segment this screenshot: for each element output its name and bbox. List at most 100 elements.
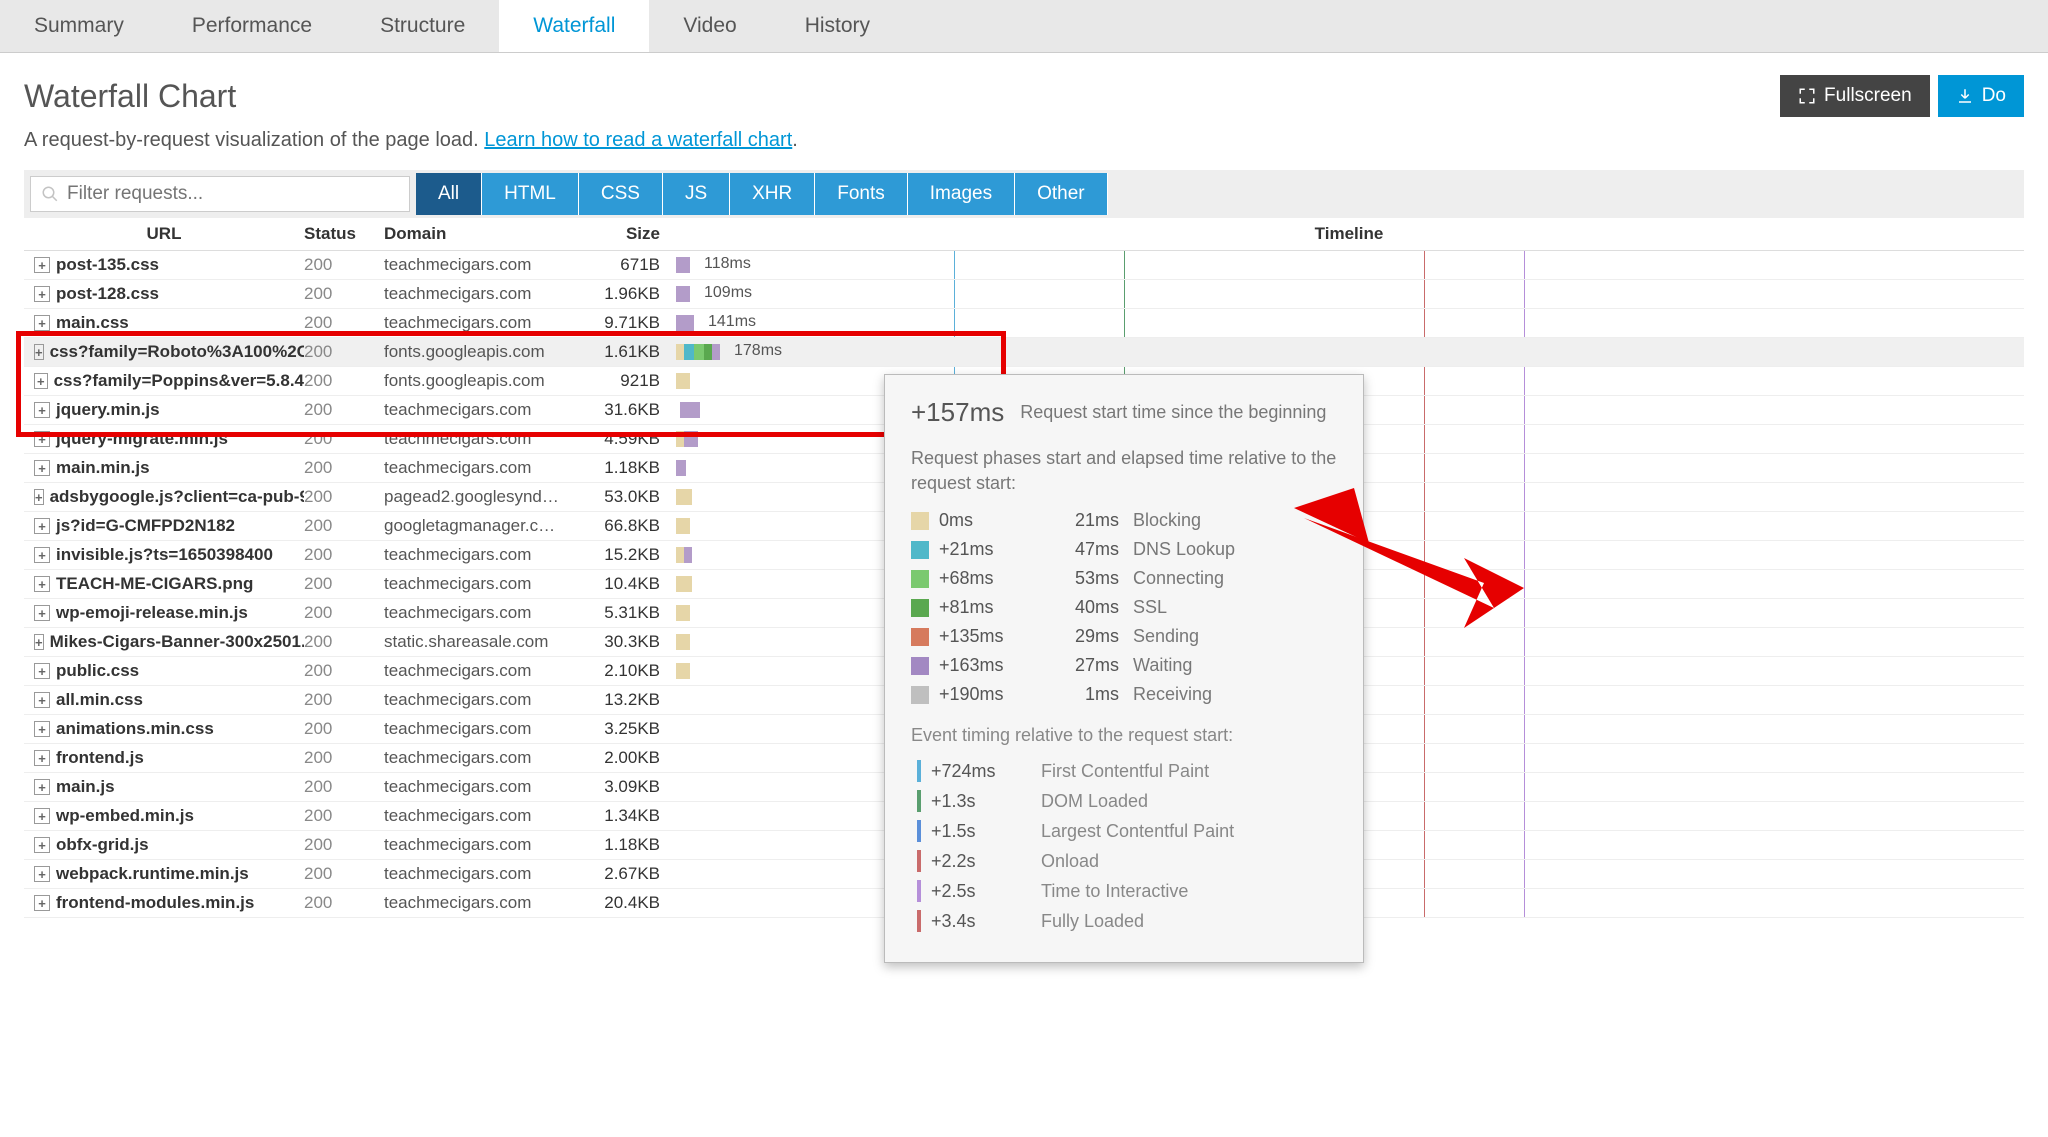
row-status: 200 <box>304 864 384 884</box>
timeline-bar <box>676 344 684 360</box>
expand-icon[interactable]: + <box>34 576 50 592</box>
col-domain[interactable]: Domain <box>384 224 584 244</box>
row-url: js?id=G-CMFPD2N182 <box>56 516 235 536</box>
expand-icon[interactable]: + <box>34 257 50 273</box>
expand-icon[interactable]: + <box>34 808 50 824</box>
filter-other[interactable]: Other <box>1015 173 1108 215</box>
description: A request-by-request visualization of th… <box>0 125 2048 170</box>
search-icon <box>41 185 59 203</box>
learn-link[interactable]: Learn how to read a waterfall chart <box>484 129 792 151</box>
expand-icon[interactable]: + <box>34 547 50 563</box>
filter-xhr[interactable]: XHR <box>730 173 815 215</box>
expand-icon[interactable]: + <box>34 344 44 360</box>
row-size: 1.96KB <box>584 284 674 304</box>
row-status: 200 <box>304 545 384 565</box>
tab-summary[interactable]: Summary <box>0 0 158 52</box>
phase-start: +81ms <box>939 597 1039 618</box>
row-url: obfx-grid.js <box>56 835 149 855</box>
tooltip-events-label: Event timing relative to the request sta… <box>911 725 1337 746</box>
expand-icon[interactable]: + <box>34 489 44 505</box>
tab-performance[interactable]: Performance <box>158 0 346 52</box>
filter-css[interactable]: CSS <box>579 173 663 215</box>
expand-icon[interactable]: + <box>34 692 50 708</box>
row-url: main.css <box>56 313 129 333</box>
expand-icon[interactable]: + <box>34 460 50 476</box>
expand-icon[interactable]: + <box>34 750 50 766</box>
expand-icon[interactable]: + <box>34 402 50 418</box>
expand-icon[interactable]: + <box>34 286 50 302</box>
expand-icon[interactable]: + <box>34 605 50 621</box>
row-domain: teachmecigars.com <box>384 864 584 884</box>
expand-icon[interactable]: + <box>34 895 50 911</box>
row-size: 20.4KB <box>584 893 674 913</box>
download-label: Do <box>1982 85 2006 107</box>
col-status[interactable]: Status <box>304 224 384 244</box>
row-domain: googletagmanager.c… <box>384 516 584 536</box>
timeline-bar <box>676 315 694 331</box>
tab-waterfall[interactable]: Waterfall <box>499 0 649 52</box>
event-time: +2.5s <box>931 881 1041 902</box>
expand-icon[interactable]: + <box>34 663 50 679</box>
phase-swatch <box>911 570 929 588</box>
row-domain: teachmecigars.com <box>384 777 584 797</box>
row-domain: teachmecigars.com <box>384 835 584 855</box>
col-timeline[interactable]: Timeline <box>674 224 2024 244</box>
row-url: webpack.runtime.min.js <box>56 864 249 884</box>
expand-icon[interactable]: + <box>34 373 48 389</box>
fullscreen-button[interactable]: Fullscreen <box>1780 75 1930 117</box>
filter-html[interactable]: HTML <box>482 173 579 215</box>
expand-icon[interactable]: + <box>34 315 50 331</box>
row-domain: teachmecigars.com <box>384 545 584 565</box>
filter-images[interactable]: Images <box>908 173 1015 215</box>
tab-history[interactable]: History <box>771 0 904 52</box>
row-size: 3.25KB <box>584 719 674 739</box>
col-url[interactable]: URL <box>24 224 304 244</box>
phase-duration: 1ms <box>1039 684 1119 705</box>
expand-icon[interactable]: + <box>34 721 50 737</box>
tab-structure[interactable]: Structure <box>346 0 499 52</box>
timeline-bar <box>684 431 698 447</box>
expand-icon[interactable]: + <box>34 634 44 650</box>
filter-all[interactable]: All <box>416 173 482 215</box>
download-button[interactable]: Do <box>1938 75 2024 117</box>
table-row[interactable]: +post-135.css200teachmecigars.com671B118… <box>24 251 2024 280</box>
expand-icon[interactable]: + <box>34 431 50 447</box>
table-row[interactable]: +css?family=Roboto%3A100%2C1…200fonts.go… <box>24 338 2024 367</box>
row-timeline: 141ms <box>674 309 2024 337</box>
expand-icon[interactable]: + <box>34 837 50 853</box>
phase-duration: 53ms <box>1039 568 1119 589</box>
event-name: DOM Loaded <box>1041 791 1148 812</box>
expand-icon[interactable]: + <box>34 779 50 795</box>
row-size: 1.34KB <box>584 806 674 826</box>
phase-row: +81ms 40ms SSL <box>911 597 1337 618</box>
row-size: 1.61KB <box>584 342 674 362</box>
phase-row: +190ms 1ms Receiving <box>911 684 1337 705</box>
timeline-bar <box>694 344 704 360</box>
expand-icon[interactable]: + <box>34 866 50 882</box>
event-row: +724ms First Contentful Paint <box>911 760 1337 782</box>
filter-fonts[interactable]: Fonts <box>815 173 908 215</box>
expand-icon[interactable]: + <box>34 518 50 534</box>
phase-name: DNS Lookup <box>1133 539 1235 560</box>
phase-start: +68ms <box>939 568 1039 589</box>
phase-start: +163ms <box>939 655 1039 676</box>
col-size[interactable]: Size <box>584 224 674 244</box>
tab-video[interactable]: Video <box>649 0 770 52</box>
row-url: public.css <box>56 661 139 681</box>
event-mark <box>917 850 921 872</box>
event-time: +724ms <box>931 761 1041 782</box>
phase-row: +21ms 47ms DNS Lookup <box>911 539 1337 560</box>
phase-row: 0ms 21ms Blocking <box>911 510 1337 531</box>
event-time: +1.3s <box>931 791 1041 812</box>
row-size: 31.6KB <box>584 400 674 420</box>
filter-js[interactable]: JS <box>663 173 730 215</box>
table-row[interactable]: +post-128.css200teachmecigars.com1.96KB1… <box>24 280 2024 309</box>
row-status: 200 <box>304 690 384 710</box>
table-row[interactable]: +main.css200teachmecigars.com9.71KB141ms <box>24 309 2024 338</box>
row-status: 200 <box>304 661 384 681</box>
row-timing: 178ms <box>734 342 782 360</box>
filter-input[interactable] <box>67 183 399 205</box>
fullscreen-label: Fullscreen <box>1824 85 1912 107</box>
row-status: 200 <box>304 719 384 739</box>
phase-duration: 29ms <box>1039 626 1119 647</box>
